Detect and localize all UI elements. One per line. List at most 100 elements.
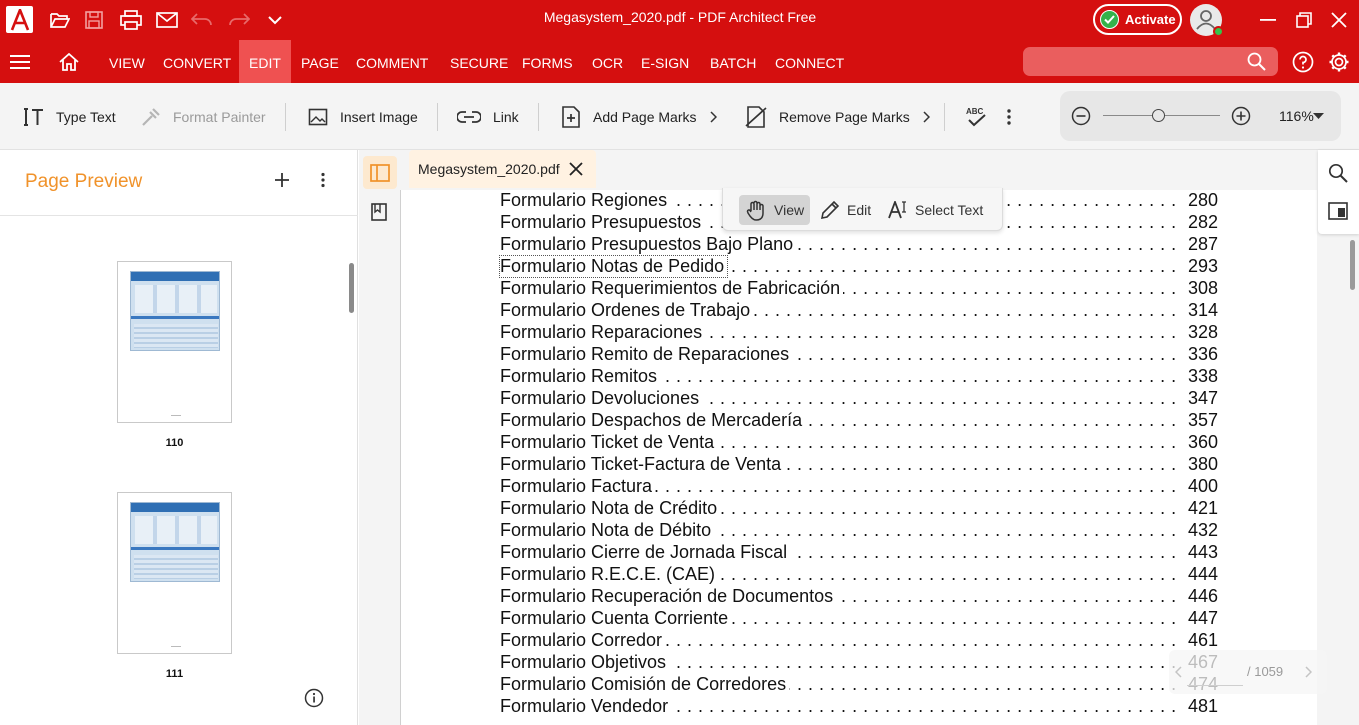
menu-e-sign[interactable]: E-SIGN — [631, 40, 699, 83]
link-button[interactable]: Link — [457, 103, 519, 131]
toc-entry-title: Formulario Requerimientos de Fabricación — [500, 278, 844, 299]
settings-gear-icon[interactable] — [1327, 50, 1351, 74]
zoom-slider-handle[interactable] — [1151, 109, 1165, 122]
properties-panel-icon[interactable] — [1328, 202, 1348, 220]
menu-secure[interactable]: SECURE — [440, 40, 518, 83]
toc-entry: . . . . . . . . . . . . . . . . . . . . … — [500, 344, 1218, 366]
toc-entry: . . . . . . . . . . . . . . . . . . . . … — [500, 322, 1218, 344]
toc-entry-title: Formulario Despachos de Mercadería — [500, 410, 806, 431]
view-mode-label: View — [774, 202, 805, 218]
select-text-mode-label: Select Text — [915, 202, 984, 218]
current-page-input[interactable] — [1187, 659, 1243, 686]
close-icon[interactable] — [1327, 8, 1351, 32]
toc-entry: . . . . . . . . . . . . . . . . . . . . … — [500, 234, 1218, 256]
toc-entry-page: 287 — [1178, 234, 1218, 255]
thumbnail-image — [130, 502, 220, 582]
restore-icon[interactable] — [1292, 8, 1316, 32]
hamburger-menu-icon[interactable] — [8, 50, 32, 74]
toc-entry-page: 432 — [1178, 520, 1218, 541]
toc-entry-page: 481 — [1178, 696, 1218, 717]
spell-check-button[interactable]: ABC — [965, 103, 989, 131]
menu-connect[interactable]: CONNECT — [765, 40, 854, 83]
zoom-value[interactable]: 116% — [1279, 108, 1314, 124]
menu-comment[interactable]: COMMENT — [346, 40, 438, 83]
redo-icon[interactable] — [227, 8, 251, 32]
type-text-button[interactable]: Type Text — [24, 103, 116, 131]
toc-entry: . . . . . . . . . . . . . . . . . . . . … — [498, 255, 1218, 278]
toc-entry: . . . . . . . . . . . . . . . . . . . . … — [500, 542, 1218, 564]
quick-access-dropdown-icon[interactable] — [263, 8, 287, 32]
page-thumbnail[interactable] — [117, 492, 232, 654]
link-label: Link — [493, 109, 519, 125]
add-page-marks-button[interactable]: Add Page Marks — [561, 103, 717, 131]
menu-ocr[interactable]: OCR — [582, 40, 633, 83]
panel-more-options-icon[interactable] — [320, 172, 326, 188]
toc-entry: . . . . . . . . . . . . . . . . . . . . … — [500, 476, 1218, 498]
open-folder-icon[interactable] — [48, 8, 72, 32]
search-icon[interactable] — [1247, 52, 1266, 71]
toc-entry-page: 357 — [1178, 410, 1218, 431]
format-painter-button[interactable]: Format Painter — [141, 103, 266, 131]
toolbar-divider — [285, 103, 286, 131]
menu-batch[interactable]: BATCH — [700, 40, 766, 83]
toc-entry-page: 308 — [1178, 278, 1218, 299]
remove-page-marks-button[interactable]: Remove Page Marks — [745, 103, 930, 131]
bookmark-icon[interactable] — [371, 203, 387, 221]
next-page-icon[interactable] — [1305, 666, 1312, 678]
edit-mode-button[interactable]: Edit — [814, 195, 877, 225]
toc-entry-page: 338 — [1178, 366, 1218, 387]
document-viewer[interactable]: . . . . . . . . . . . . . . . . . . . . … — [400, 190, 1317, 725]
menu-convert[interactable]: CONVERT — [153, 40, 241, 83]
app-logo[interactable] — [6, 6, 33, 33]
toc-entry-title: Formulario Corredor — [500, 630, 666, 651]
find-search-icon[interactable] — [1328, 163, 1348, 183]
select-text-mode-button[interactable]: Select Text — [882, 195, 989, 225]
minimize-icon[interactable] — [1256, 8, 1280, 32]
email-icon[interactable] — [155, 8, 179, 32]
toc-entry-title: Formulario Ticket-Factura de Venta — [500, 454, 785, 475]
page-total: / 1059 — [1247, 664, 1284, 679]
toc-entry-page: 293 — [1178, 256, 1218, 277]
format-painter-label: Format Painter — [173, 109, 266, 125]
zoom-out-icon[interactable] — [1071, 106, 1091, 126]
add-page-icon[interactable] — [274, 172, 290, 188]
help-icon[interactable] — [1291, 50, 1315, 74]
menu-view[interactable]: VIEW — [99, 40, 155, 83]
menu-page[interactable]: PAGE — [291, 40, 349, 83]
menu-edit[interactable]: EDIT — [239, 40, 291, 83]
toc-entry: . . . . . . . . . . . . . . . . . . . . … — [500, 520, 1218, 542]
document-scrollbar[interactable] — [1350, 240, 1355, 290]
zoom-dropdown-icon[interactable] — [1313, 113, 1324, 120]
activate-button[interactable]: Activate — [1093, 4, 1182, 35]
panel-scrollbar[interactable] — [349, 263, 354, 313]
insert-image-button[interactable]: Insert Image — [308, 103, 418, 131]
toc-entry-page: 347 — [1178, 388, 1218, 409]
search-input[interactable] — [1023, 47, 1278, 76]
toc-entry-page: 446 — [1178, 586, 1218, 607]
print-icon[interactable] — [119, 8, 143, 32]
document-tab[interactable]: Megasystem_2020.pdf — [409, 150, 596, 188]
page-preview-toggle-icon[interactable] — [363, 156, 397, 189]
page-thumbnail[interactable] — [117, 261, 232, 423]
close-tab-icon[interactable] — [569, 162, 583, 176]
menu-forms[interactable]: FORMS — [512, 40, 583, 83]
previous-page-icon[interactable] — [1175, 666, 1182, 678]
zoom-in-icon[interactable] — [1231, 106, 1251, 126]
check-icon — [1100, 10, 1119, 29]
edit-mode-label: Edit — [847, 202, 872, 218]
toc-entry-title: Formulario Ticket de Venta — [500, 432, 718, 453]
user-avatar[interactable] — [1190, 4, 1224, 37]
toc-entry-title: Formulario Nota de Débito — [500, 520, 715, 541]
toc-entry-title: Formulario Reparaciones — [500, 322, 706, 343]
toc-entry-page: 336 — [1178, 344, 1218, 365]
page-thumbnail-label: 110 — [165, 437, 184, 449]
info-icon[interactable] — [304, 688, 324, 708]
home-icon[interactable] — [57, 50, 81, 74]
panel-divider — [0, 215, 358, 216]
more-options-icon[interactable] — [1006, 103, 1012, 131]
undo-icon[interactable] — [190, 8, 214, 32]
right-tool-card — [1318, 150, 1359, 234]
view-mode-button[interactable]: View — [739, 195, 811, 225]
save-icon[interactable] — [82, 8, 106, 32]
toc-entry-title: Formulario Remitos — [500, 366, 661, 387]
